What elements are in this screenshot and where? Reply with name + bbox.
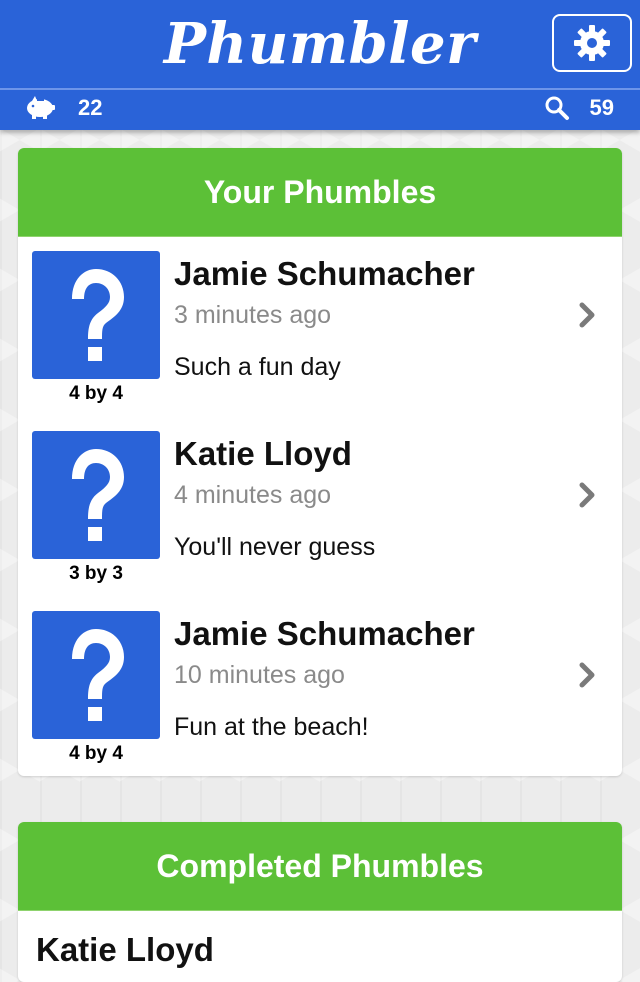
list-item[interactable]: 4 by 4 Jamie Schumacher 3 minutes ago Su…: [18, 237, 622, 417]
message-text: You'll never guess: [174, 533, 376, 561]
question-mark-icon: [72, 629, 124, 721]
timestamp: 3 minutes ago: [174, 301, 332, 329]
chevron-right-icon: [579, 302, 595, 328]
gear-icon: [574, 25, 610, 61]
your-phumbles-header: Your Phumbles: [18, 148, 622, 237]
phumble-thumbnail: [32, 251, 160, 379]
timestamp: 10 minutes ago: [174, 661, 345, 689]
phumble-thumbnail: [32, 611, 160, 739]
sender-name: Katie Lloyd: [174, 435, 352, 472]
message-text: Fun at the beach!: [174, 713, 369, 741]
puzzle-size-label: 3 by 3: [69, 563, 123, 584]
sender-name: Katie Lloyd: [36, 931, 214, 968]
completed-phumbles-header: Completed Phumbles: [18, 822, 622, 911]
status-bar: 22 59: [0, 88, 640, 130]
message-text: Such a fun day: [174, 353, 341, 381]
your-phumbles-card: Your Phumbles 4 by 4 Jamie Schumacher 3 …: [18, 148, 622, 776]
phumble-thumbnail: [32, 431, 160, 559]
completed-phumbles-card: Completed Phumbles Katie Lloyd: [18, 822, 622, 982]
puzzle-size-label: 4 by 4: [69, 383, 123, 404]
search-icon: [545, 96, 569, 120]
settings-button[interactable]: [552, 14, 632, 72]
list-item[interactable]: Katie Lloyd: [18, 911, 622, 982]
searches-count: 59: [589, 95, 614, 120]
sender-name: Jamie Schumacher: [174, 255, 475, 292]
timestamp: 4 minutes ago: [174, 481, 332, 509]
question-mark-icon: [72, 269, 124, 361]
coins-count: 22: [78, 95, 103, 120]
coins-counter: 22: [24, 95, 102, 121]
list-item[interactable]: 4 by 4 Jamie Schumacher 10 minutes ago F…: [18, 597, 622, 776]
chevron-right-icon: [579, 662, 595, 688]
searches-counter: 59: [544, 95, 614, 121]
list-item[interactable]: 3 by 3 Katie Lloyd 4 minutes ago You'll …: [18, 417, 622, 597]
sender-name: Jamie Schumacher: [174, 615, 475, 652]
question-mark-icon: [72, 449, 124, 541]
chevron-right-icon: [579, 482, 595, 508]
app-title: Phumbler: [163, 11, 477, 77]
top-bar: Phumbler: [0, 0, 640, 88]
piggy-bank-icon: [27, 96, 55, 119]
puzzle-size-label: 4 by 4: [69, 743, 123, 764]
